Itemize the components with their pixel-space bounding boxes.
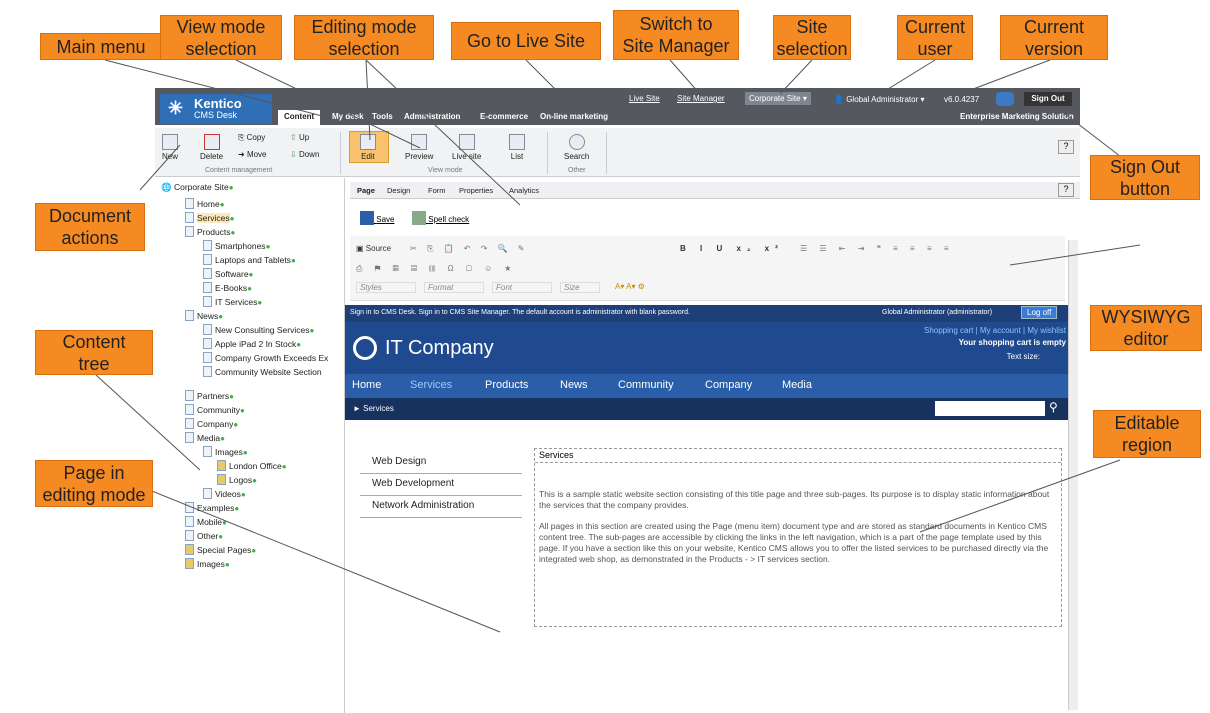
callout-main-menu: Main menu <box>40 33 162 60</box>
callout-site-manager: Switch to Site Manager <box>613 10 739 60</box>
callout-page-editing: Page in editing mode <box>35 460 153 507</box>
callout-current-user: Current user <box>897 15 973 60</box>
callout-document-actions: Document actions <box>35 203 145 251</box>
callout-editing-mode: Editing mode selection <box>294 15 434 60</box>
callout-site-selection: Site selection <box>773 15 851 60</box>
callout-editable-region: Editable region <box>1093 410 1201 458</box>
callout-live-site: Go to Live Site <box>451 22 601 60</box>
callout-content-tree: Content tree <box>35 330 153 375</box>
callout-current-version: Current version <box>1000 15 1108 60</box>
callout-wysiwyg: WYSIWYG editor <box>1090 305 1202 351</box>
callout-view-mode: View mode selection <box>160 15 282 60</box>
callout-sign-out: Sign Out button <box>1090 155 1200 200</box>
callout-lines <box>95 59 1141 633</box>
